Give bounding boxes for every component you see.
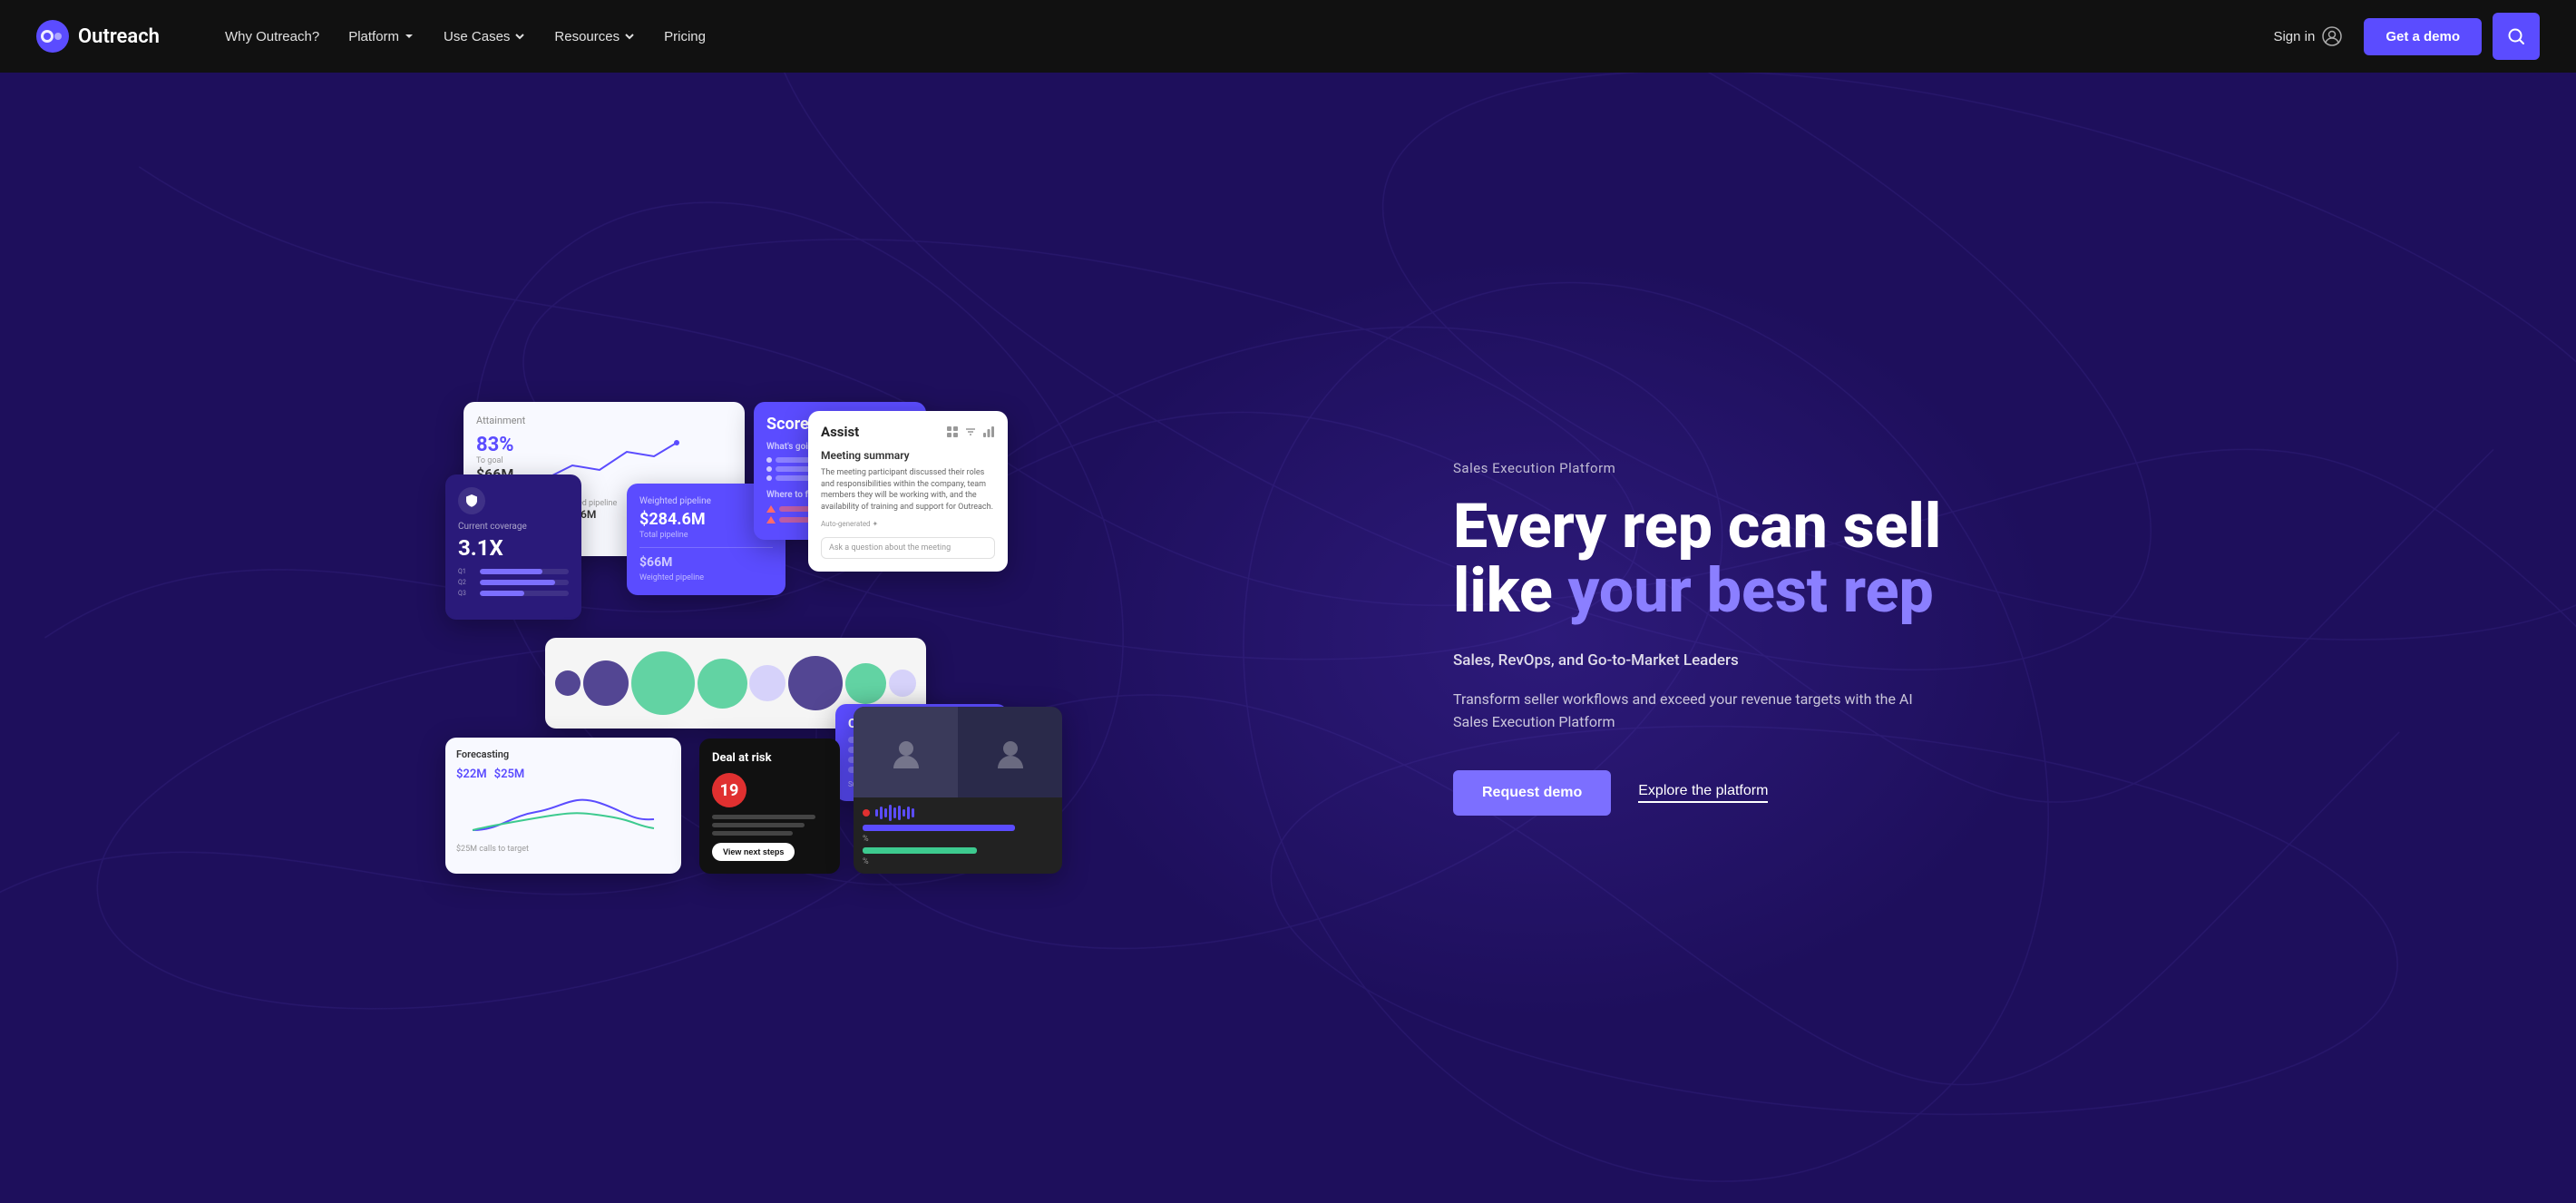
pipeline-card-amount: $284.6M — [639, 510, 773, 529]
forecast-amount1: $22M — [456, 768, 487, 781]
nav-links: Why Outreach? Platform Use Cases Resourc… — [214, 22, 2226, 52]
assist-header: Assist — [821, 424, 995, 440]
logo[interactable]: Outreach — [36, 20, 160, 53]
recording-dot — [863, 809, 870, 817]
nav-why-outreach[interactable]: Why Outreach? — [214, 22, 330, 52]
forecast-header: Forecasting — [456, 748, 670, 760]
request-demo-button[interactable]: Request demo — [1453, 770, 1611, 816]
nav-pricing[interactable]: Pricing — [653, 22, 717, 52]
avatar-2 — [958, 707, 1062, 797]
nav-use-cases[interactable]: Use Cases — [433, 22, 536, 52]
meeting-top — [854, 707, 1062, 797]
logo-text: Outreach — [78, 25, 160, 48]
search-button[interactable] — [2493, 13, 2540, 60]
hero-headline-line2-plain: like — [1453, 554, 1568, 627]
filter-icon — [964, 425, 977, 438]
hero-headline: Every rep can sell like your best rep — [1453, 494, 2503, 624]
attainment-pct: 83% — [476, 434, 518, 456]
forecast-card: Forecasting $22M $25M $25M calls to targ… — [445, 738, 681, 874]
bubble-2 — [583, 660, 629, 706]
use-cases-chevron-icon — [514, 31, 525, 42]
deal-at-risk-card: Deal at risk 19 View next steps — [699, 738, 840, 874]
deal-count-badge: 19 — [712, 773, 746, 807]
explore-platform-button[interactable]: Explore the platform — [1638, 783, 1768, 803]
deal-next-steps-button[interactable]: View next steps — [712, 843, 795, 861]
nav-platform[interactable]: Platform — [337, 22, 425, 52]
assist-card: Assist Meeting summary The meeting parti… — [808, 411, 1008, 572]
coverage-card-label: Current coverage — [458, 522, 569, 532]
bubble-3 — [631, 651, 695, 715]
hero-text: Sales Execution Platform Every rep can s… — [1417, 73, 2576, 1203]
assist-title: Assist — [821, 424, 859, 440]
deal-label: Deal at risk — [712, 751, 827, 766]
platform-chevron-icon — [404, 31, 415, 42]
navigation: Outreach Why Outreach? Platform Use Case… — [0, 0, 2576, 73]
assist-auto-tag: Auto-generated ✦ — [821, 520, 995, 528]
coverage-bars: Q1 Q2 Q3 — [458, 568, 569, 597]
coverage-card: Current coverage 3.1X Q1 Q2 Q3 — [445, 474, 581, 620]
bubble-4 — [698, 659, 747, 709]
resources-chevron-icon — [624, 31, 635, 42]
deal-line-2 — [712, 823, 805, 827]
attainment-header: Attainment — [476, 415, 732, 426]
hero-audience: Sales, RevOps, and Go-to-Market Leaders — [1453, 651, 2503, 670]
get-demo-button[interactable]: Get a demo — [2364, 18, 2482, 55]
bubble-6 — [788, 656, 843, 710]
coverage-card-val: 3.1X — [458, 535, 569, 561]
assist-meeting-text: The meeting participant discussed their … — [821, 467, 995, 513]
avatar-1 — [854, 707, 958, 797]
forecast-amount2: $25M — [494, 768, 525, 781]
grid-icon — [946, 425, 959, 438]
assist-meeting-title: Meeting summary — [821, 449, 995, 462]
hero-section: Attainment 83% To goal $66M The quarter — [0, 73, 2576, 1203]
meeting-recording-indicator — [863, 805, 1053, 821]
nav-resources[interactable]: Resources — [543, 22, 646, 52]
nav-right-actions: Sign in Get a demo — [2262, 13, 2540, 60]
pipeline-card-label: Weighted pipeline — [639, 496, 773, 506]
meeting-card: % % — [854, 707, 1062, 874]
search-icon — [2506, 26, 2526, 46]
assist-icons — [946, 425, 995, 438]
shield-icon — [458, 487, 485, 514]
user-icon — [2322, 26, 2342, 46]
forecast-target: $25M calls to target — [456, 845, 670, 854]
bubble-1 — [555, 670, 581, 696]
waveform — [875, 805, 914, 821]
forecast-amounts: $22M $25M — [456, 768, 670, 781]
chart-icon — [982, 425, 995, 438]
pipeline-sub2: Weighted pipeline — [639, 573, 773, 582]
deal-line-3 — [712, 831, 793, 836]
attainment-pct-label: To goal — [476, 456, 518, 465]
hero-eyebrow: Sales Execution Platform — [1453, 460, 2503, 476]
pipeline-card-sub: Total pipeline — [639, 531, 773, 540]
assist-question-input[interactable]: Ask a question about the meeting — [821, 537, 995, 559]
pipeline-amount2-label: $66M — [639, 555, 773, 570]
hero-ui-showcase: Attainment 83% To goal $66M The quarter — [0, 73, 1417, 1203]
bubble-7 — [845, 663, 886, 704]
cards-container: Attainment 83% To goal $66M The quarter — [445, 402, 1008, 874]
sign-in-button[interactable]: Sign in — [2262, 19, 2353, 54]
deal-line-1 — [712, 815, 815, 819]
hero-description: Transform seller workflows and exceed yo… — [1453, 688, 1925, 734]
meeting-bottom: % % — [854, 797, 1062, 874]
meeting-progress: % % — [863, 825, 1053, 866]
hero-headline-accent: your best rep — [1568, 554, 1934, 627]
hero-ctas: Request demo Explore the platform — [1453, 770, 2503, 816]
forecast-chart — [456, 785, 670, 839]
hero-headline-line1: Every rep can sell — [1453, 490, 1941, 562]
bubble-8 — [889, 670, 916, 697]
bubble-5 — [749, 665, 785, 701]
